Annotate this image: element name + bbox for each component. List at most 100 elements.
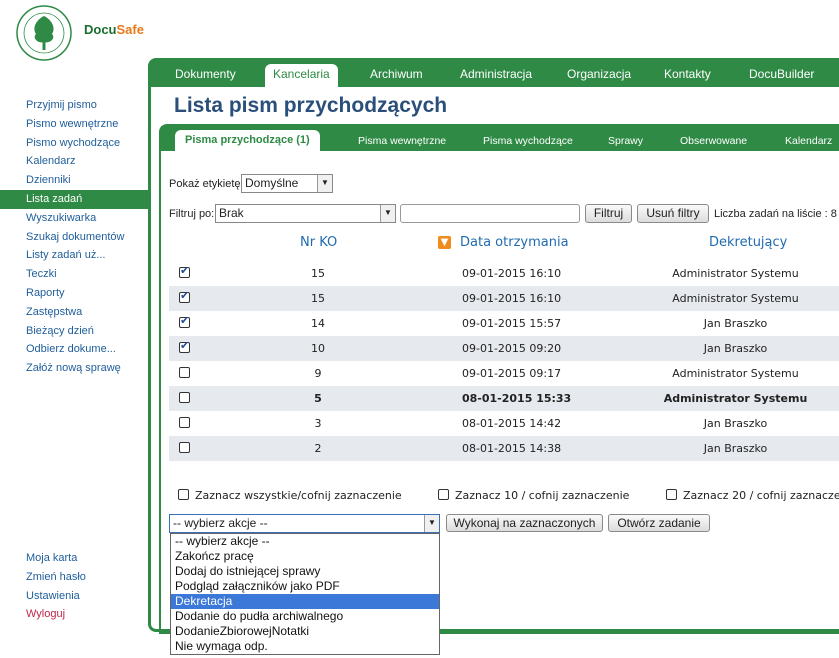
nr-ko-cell: 3 bbox=[314, 417, 322, 430]
open-task-button[interactable]: Otwórz zadanie bbox=[608, 514, 710, 532]
sidebar-item-zastepstwa[interactable]: Zastępstwa bbox=[0, 303, 148, 322]
filter-text-input[interactable] bbox=[400, 204, 580, 223]
checkbox[interactable] bbox=[178, 489, 189, 500]
date-cell: 08-01-2015 14:38 bbox=[462, 442, 562, 455]
row-checkbox[interactable] bbox=[179, 392, 190, 403]
filter-label: Filtruj po: bbox=[169, 208, 215, 220]
row-checkbox[interactable] bbox=[179, 289, 190, 303]
table-row[interactable]: 14 09-01-2015 15:57 Jan Braszko bbox=[169, 311, 839, 336]
tab-administracja[interactable]: Administracja bbox=[460, 67, 532, 81]
table-row[interactable]: 15 09-01-2015 16:10 Administrator Systemu bbox=[169, 286, 839, 311]
subtab-pisma-wewnetrzne[interactable]: Pisma wewnętrzne bbox=[358, 135, 446, 147]
table-row[interactable]: 3 08-01-2015 14:42 Jan Braszko bbox=[169, 411, 839, 436]
chevron-down-icon: ▼ bbox=[424, 515, 439, 532]
filter-button[interactable]: Filtruj bbox=[585, 204, 632, 223]
action-dropdown-list: -- wybierz akcje -- Zakończ pracę Dodaj do… bbox=[170, 533, 440, 655]
tab-organizacja[interactable]: Organizacja bbox=[567, 67, 631, 81]
tab-kancelaria[interactable]: Kancelaria bbox=[265, 64, 338, 87]
action-option[interactable]: -- wybierz akcje -- bbox=[171, 534, 439, 549]
sidebar-item-biezacy-dzien[interactable]: Bieżący dzień bbox=[0, 322, 148, 341]
date-cell: 09-01-2015 16:10 bbox=[462, 267, 562, 280]
row-checkbox[interactable] bbox=[179, 367, 190, 378]
select-20-toggle[interactable]: Zaznacz 20 / cofnij zaznaczenie bbox=[666, 488, 839, 502]
column-header-decreeing[interactable]: Dekretujący bbox=[709, 235, 787, 250]
task-count: Liczba zadań na liście : 8 bbox=[714, 208, 837, 220]
chevron-down-icon: ▼ bbox=[380, 205, 395, 222]
sidebar-item-moja-karta[interactable]: Moja karta bbox=[0, 549, 148, 568]
docusafe-brand: DocuSafe bbox=[84, 22, 144, 37]
select-all-toggle[interactable]: Zaznacz wszystkie/cofnij zaznaczenie bbox=[178, 488, 402, 502]
row-checkbox[interactable] bbox=[179, 417, 190, 428]
nr-ko-cell: 15 bbox=[311, 267, 325, 280]
table-row[interactable]: 5 08-01-2015 15:33 Administrator Systemu bbox=[169, 386, 839, 411]
row-checkbox[interactable] bbox=[179, 264, 190, 278]
sidebar-item-lista-zadan[interactable]: Lista zadań bbox=[0, 189, 148, 209]
tab-docubuilder[interactable]: DocuBuilder bbox=[749, 67, 814, 81]
row-checkbox[interactable] bbox=[179, 314, 190, 328]
table-row[interactable]: 9 09-01-2015 09:17 Administrator Systemu bbox=[169, 361, 839, 386]
date-cell: 09-01-2015 09:20 bbox=[462, 342, 562, 355]
tab-kontakty[interactable]: Kontakty bbox=[664, 67, 711, 81]
label-filter-select[interactable]: Domyślne ▼ bbox=[241, 174, 333, 193]
select-10-toggle[interactable]: Zaznacz 10 / cofnij zaznaczenie bbox=[438, 488, 629, 502]
sidebar-item-wyloguj[interactable]: Wyloguj bbox=[0, 605, 148, 624]
action-option[interactable]: Zakończ pracę bbox=[171, 549, 439, 564]
select-all-label: Zaznacz wszystkie/cofnij zaznaczenie bbox=[195, 489, 402, 502]
row-checkbox[interactable] bbox=[179, 339, 190, 353]
sidebar-item-zmien-haso[interactable]: Zmień hasło bbox=[0, 568, 148, 587]
sidebar-item-odbierz-dokume[interactable]: Odbierz dokume... bbox=[0, 340, 148, 359]
column-header-date[interactable]: Data otrzymania bbox=[460, 235, 569, 250]
action-option[interactable]: DodanieZbiorowejNotatki bbox=[171, 624, 439, 639]
logo: DocuSafe bbox=[14, 4, 164, 62]
action-option[interactable]: Dodaj do istniejącej sprawy bbox=[171, 564, 439, 579]
sidebar-item-przyjmij-pismo[interactable]: Przyjmij pismo bbox=[0, 96, 148, 115]
table-row[interactable]: 2 08-01-2015 14:38 Jan Braszko bbox=[169, 436, 839, 461]
execute-selected-button[interactable]: Wykonaj na zaznaczonych bbox=[446, 514, 603, 532]
action-option[interactable]: Podgląd załączników jako PDF bbox=[171, 579, 439, 594]
tab-archiwum[interactable]: Archiwum bbox=[370, 67, 423, 81]
sidebar-item-listy-zadan-uz[interactable]: Listy zadań uż... bbox=[0, 246, 148, 265]
top-navigation: Dokumenty Kancelaria Archiwum Administracja… bbox=[151, 61, 839, 87]
filter-field-select[interactable]: Brak ▼ bbox=[215, 204, 396, 223]
sidebar-item-pismo-wychodzace[interactable]: Pismo wychodzące bbox=[0, 134, 148, 153]
tab-dokumenty[interactable]: Dokumenty bbox=[175, 67, 236, 81]
sidebar-item-ustawienia[interactable]: Ustawienia bbox=[0, 587, 148, 606]
table-row[interactable]: 15 09-01-2015 16:10 Administrator Systemu bbox=[169, 261, 839, 286]
subtab-sprawy[interactable]: Sprawy bbox=[608, 135, 643, 147]
sidebar-item-kalendarz[interactable]: Kalendarz bbox=[0, 152, 148, 171]
date-cell: 08-01-2015 15:33 bbox=[462, 392, 572, 405]
checkbox[interactable] bbox=[666, 489, 677, 500]
sidebar-item-szukaj-dokumentow[interactable]: Szukaj dokumentów bbox=[0, 228, 148, 247]
row-checkbox[interactable] bbox=[179, 442, 190, 453]
action-option[interactable]: Dodanie do pudła archiwalnego bbox=[171, 609, 439, 624]
nr-ko-cell: 10 bbox=[311, 342, 325, 355]
sidebar-item-wyszukiwarka[interactable]: Wyszukiwarka bbox=[0, 209, 148, 228]
decreeing-cell: Administrator Systemu bbox=[672, 367, 799, 380]
decreeing-cell: Jan Braszko bbox=[703, 317, 768, 330]
action-option[interactable]: Nie wymaga odp. bbox=[171, 639, 439, 654]
select-20-label: Zaznacz 20 / cofnij zaznaczenie bbox=[683, 489, 839, 502]
sidebar-item-pismo-wewnetrzne[interactable]: Pismo wewnętrzne bbox=[0, 115, 148, 134]
subtab-pisma-wychodzace[interactable]: Pisma wychodzące bbox=[483, 135, 573, 147]
decreeing-cell: Administrator Systemu bbox=[672, 292, 799, 305]
sidebar-item-raporty[interactable]: Raporty bbox=[0, 284, 148, 303]
action-select[interactable]: -- wybierz akcje -- ▼ bbox=[169, 514, 440, 533]
sort-descending-icon[interactable]: ▼ bbox=[438, 236, 451, 249]
date-cell: 09-01-2015 09:17 bbox=[462, 367, 562, 380]
column-header-nr-ko[interactable]: Nr KO bbox=[300, 235, 337, 250]
subtab-obserwowane[interactable]: Obserwowane bbox=[680, 135, 747, 147]
table-row[interactable]: 10 09-01-2015 09:20 Jan Braszko bbox=[169, 336, 839, 361]
action-option[interactable]: Dekretacja bbox=[171, 594, 439, 609]
checkbox[interactable] bbox=[438, 489, 449, 500]
date-cell: 08-01-2015 14:42 bbox=[462, 417, 562, 430]
decreeing-cell: Jan Braszko bbox=[703, 442, 768, 455]
decreeing-cell: Administrator Systemu bbox=[663, 392, 808, 405]
sidebar-item-zaoz-nowa-sprawe[interactable]: Załóż nową sprawę bbox=[0, 359, 148, 378]
action-select-value: -- wybierz akcje -- bbox=[173, 516, 268, 530]
nr-ko-cell: 2 bbox=[314, 442, 322, 455]
subtab-pisma-przychodzace-1[interactable]: Pisma przychodzące (1) bbox=[175, 130, 320, 152]
subtab-kalendarz[interactable]: Kalendarz bbox=[785, 135, 832, 147]
sidebar-item-dzienniki[interactable]: Dzienniki bbox=[0, 171, 148, 190]
sidebar-item-teczki[interactable]: Teczki bbox=[0, 265, 148, 284]
clear-filters-button[interactable]: Usuń filtry bbox=[637, 204, 709, 223]
